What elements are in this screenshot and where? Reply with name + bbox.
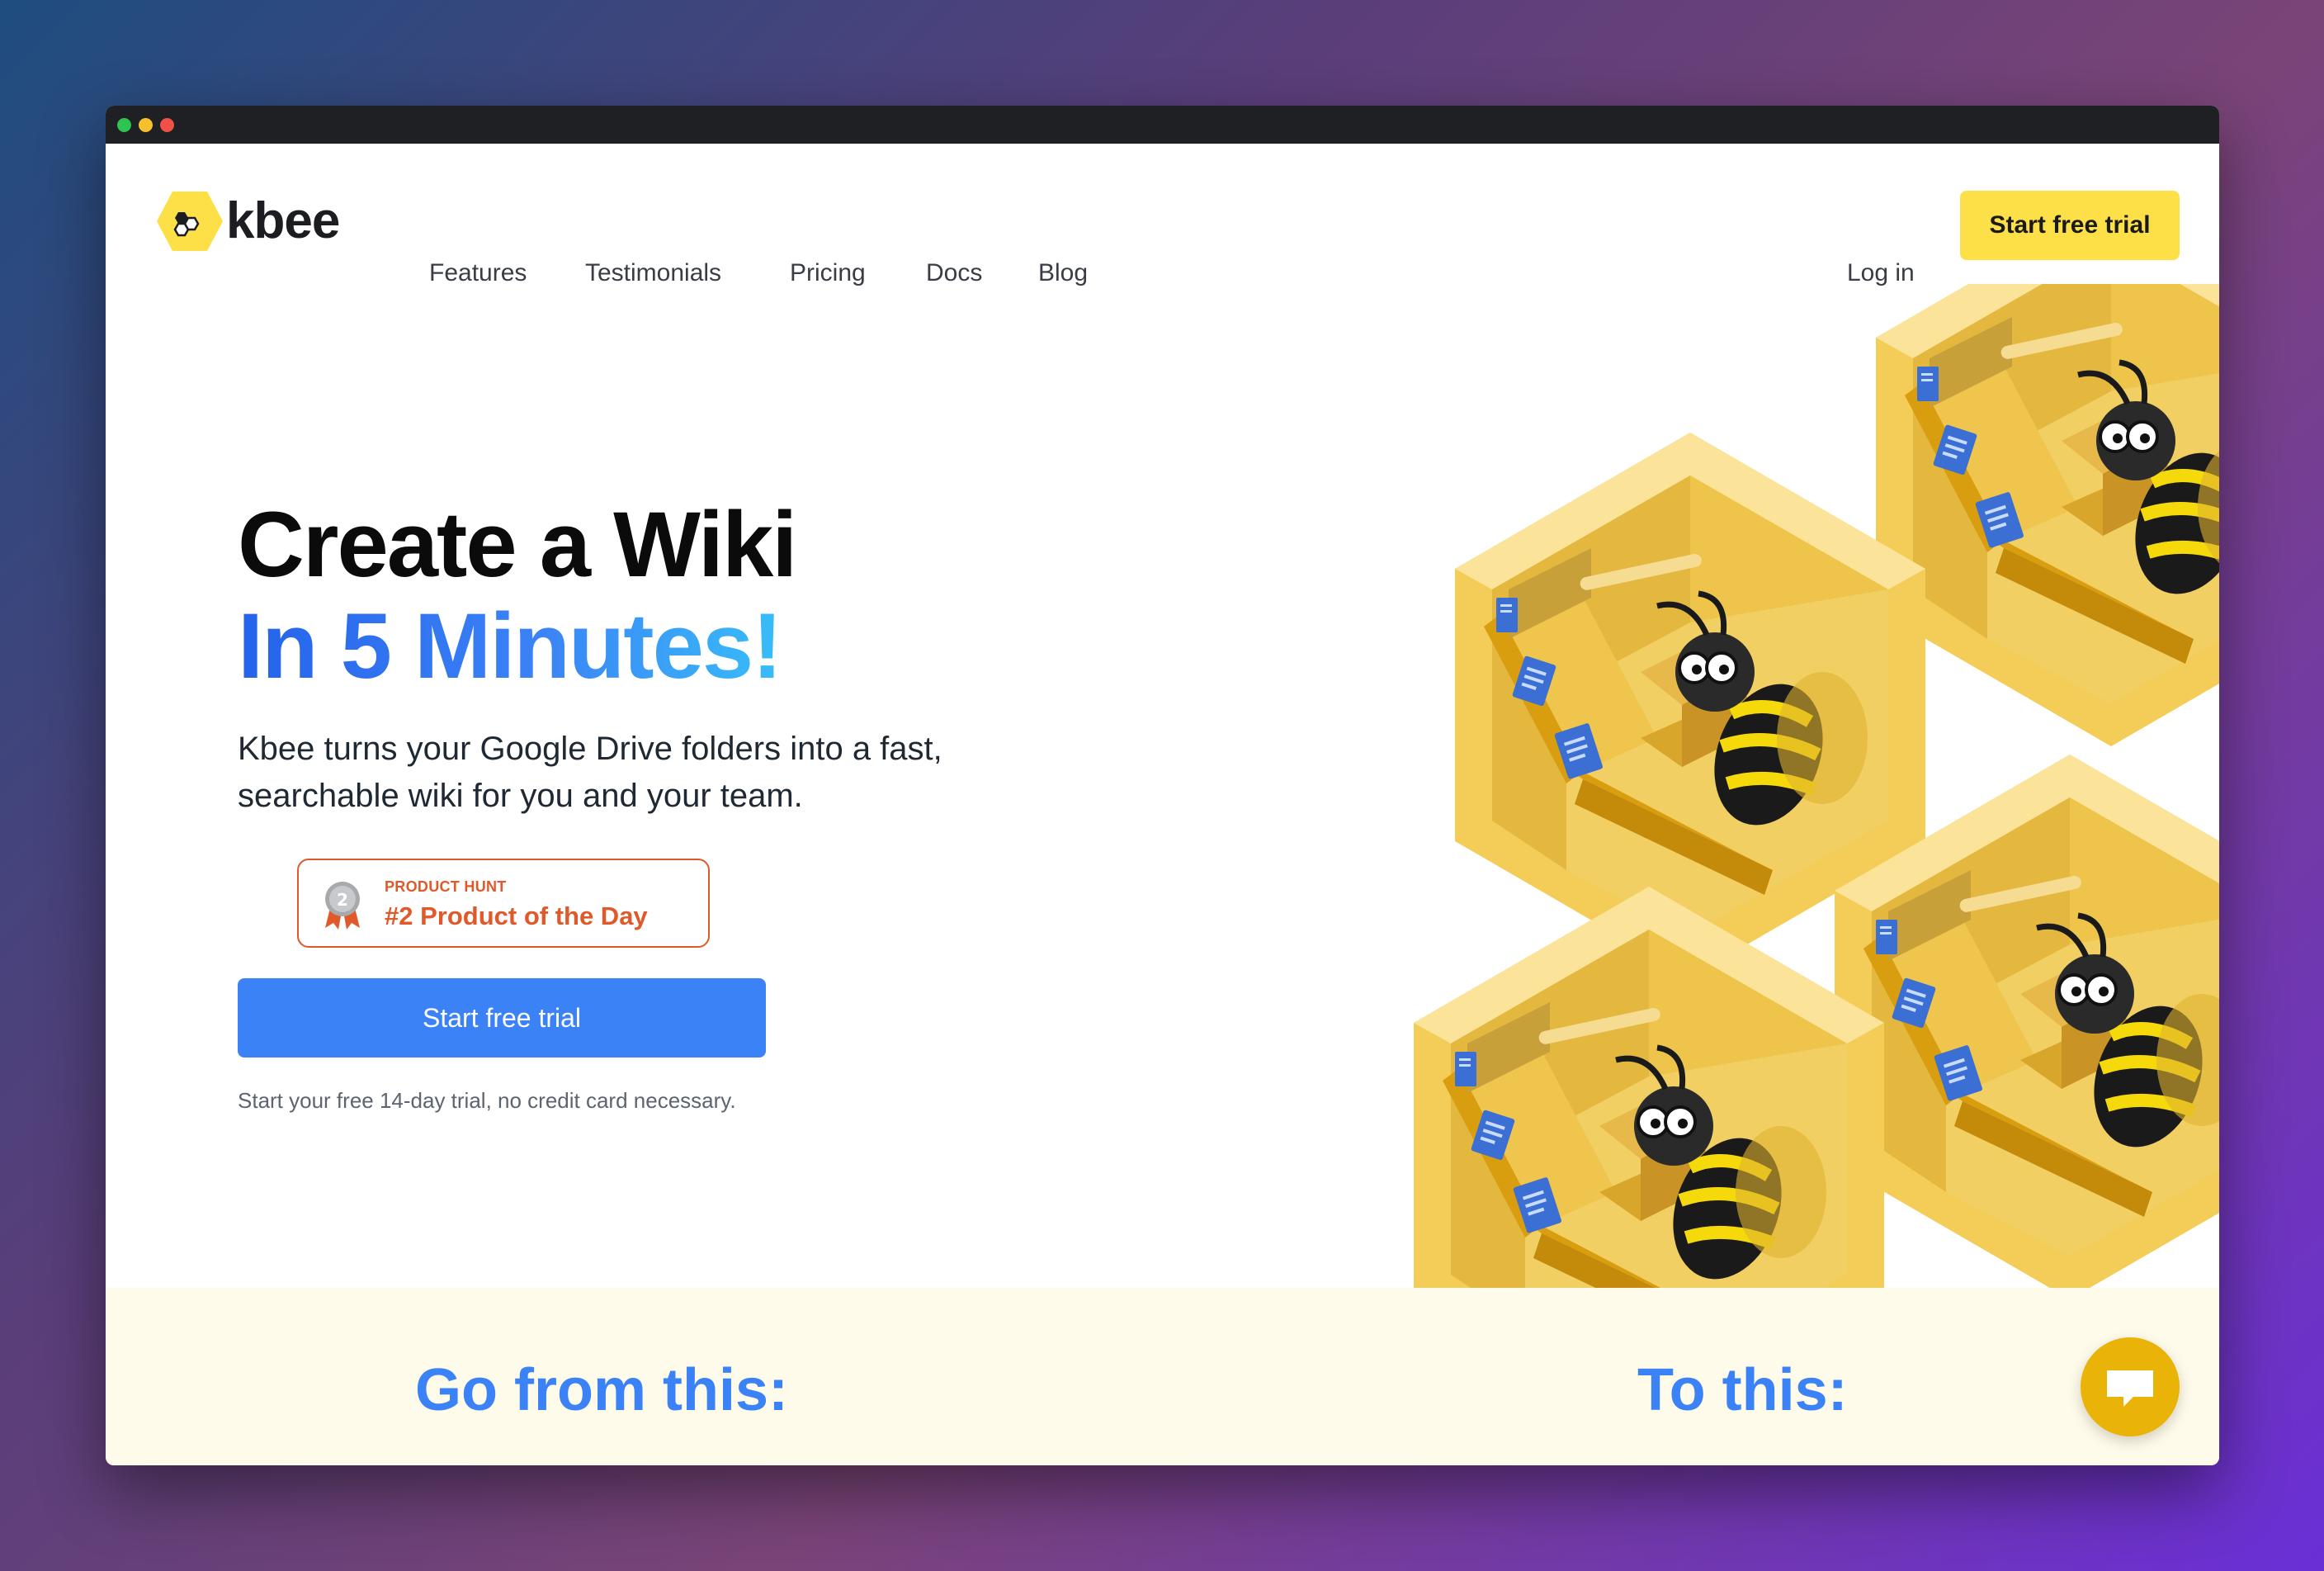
product-hunt-badge[interactable]: 2 PRODUCT HUNT #2 Product of the Day [297, 859, 710, 948]
badge-title: #2 Product of the Day [385, 901, 648, 930]
comparison-heading-right: To this: [1637, 1357, 1848, 1423]
brand-wordmark[interactable]: kbee [226, 189, 340, 253]
start-trial-nav-button[interactable]: Start free trial [1960, 191, 2180, 260]
window-titlebar [106, 106, 2219, 144]
window-close-button[interactable] [160, 118, 174, 132]
badge-label: PRODUCT HUNT [385, 878, 507, 895]
nav-link-docs[interactable]: Docs [926, 257, 982, 290]
hero-title-line-2: In 5 Minutes! [238, 593, 782, 700]
nav-link-features[interactable]: Features [429, 257, 527, 290]
window-minimize-button[interactable] [139, 118, 153, 132]
comparison-heading-left: Go from this: [415, 1357, 788, 1423]
hero-subtitle: Kbee turns your Google Drive folders int… [238, 731, 942, 814]
nav-link-blog[interactable]: Blog [1038, 257, 1088, 290]
honeycomb-bees-illustration [1261, 284, 2219, 1288]
browser-window: kbee Features Testimonials Pricing Docs … [106, 106, 2219, 1465]
medal-number: 2 [337, 890, 348, 910]
chat-widget-button[interactable] [2081, 1337, 2180, 1436]
nav-link-testimonials[interactable]: Testimonials [585, 257, 721, 290]
window-maximize-button[interactable] [117, 118, 131, 132]
trial-note: Start your free 14-day trial, no credit … [238, 1088, 736, 1113]
chat-bubble-icon [2107, 1370, 2153, 1407]
bee-hexagon-icon[interactable] [155, 189, 224, 253]
nav-link-pricing[interactable]: Pricing [790, 257, 866, 290]
hero-title-line-1: Create a Wiki [238, 493, 797, 596]
start-trial-hero-button[interactable]: Start free trial [238, 978, 766, 1058]
silver-medal-icon: 2 [325, 882, 360, 930]
